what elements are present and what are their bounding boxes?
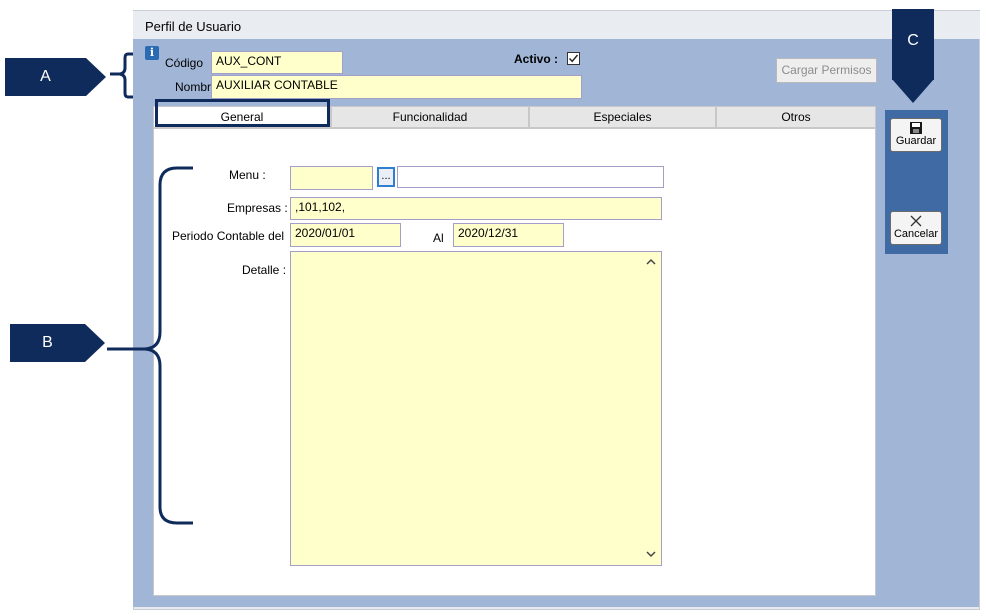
- scroll-up-icon[interactable]: [643, 254, 659, 270]
- codigo-label: Código: [165, 56, 204, 70]
- empresas-label: Empresas :: [227, 201, 288, 215]
- tab-general-highlight: [155, 99, 330, 127]
- callout-b-bracket: [107, 166, 193, 525]
- tab-funcionalidad[interactable]: Funcionalidad: [331, 106, 529, 128]
- menu-label: Menu :: [229, 168, 266, 182]
- title-bar: [133, 11, 980, 39]
- cancelar-button[interactable]: Cancelar: [890, 211, 942, 245]
- cancelar-label: Cancelar: [893, 228, 939, 240]
- callout-c: C: [892, 9, 934, 80]
- callout-a-arrow: [86, 58, 106, 96]
- periodo-hasta-field[interactable]: 2020/12/31: [453, 223, 564, 247]
- callout-a: A: [5, 58, 86, 96]
- nombre-field[interactable]: AUXILIAR CONTABLE: [211, 75, 582, 99]
- menu-code-field[interactable]: [290, 166, 373, 190]
- codigo-field[interactable]: AUX_CONT: [211, 51, 343, 74]
- detalle-label: Detalle :: [242, 263, 287, 277]
- guardar-button[interactable]: Guardar: [890, 118, 942, 152]
- empresas-field[interactable]: ,101,102,: [290, 197, 662, 220]
- info-icon[interactable]: i: [145, 46, 159, 60]
- tab-especiales[interactable]: Especiales: [529, 106, 716, 128]
- activo-label: Activo :: [514, 52, 559, 66]
- scroll-down-icon[interactable]: [643, 546, 659, 562]
- callout-c-arrow: [892, 79, 934, 103]
- window-title: Perfil de Usuario: [145, 19, 242, 34]
- al-label: Al: [433, 231, 444, 245]
- guardar-label: Guardar: [895, 135, 937, 147]
- detalle-textarea[interactable]: [290, 251, 662, 566]
- menu-browse-button[interactable]: ...: [377, 167, 395, 187]
- check-icon: [568, 54, 579, 63]
- menu-description-field[interactable]: [397, 166, 664, 188]
- close-icon: [910, 215, 922, 227]
- cargar-permisos-button[interactable]: Cargar Permisos: [776, 58, 877, 83]
- callout-b-arrow: [85, 324, 105, 362]
- save-icon: [910, 122, 922, 134]
- callout-a-bracket: [110, 52, 133, 99]
- activo-checkbox[interactable]: [567, 52, 580, 65]
- tab-otros[interactable]: Otros: [716, 106, 876, 128]
- periodo-desde-field[interactable]: 2020/01/01: [290, 223, 401, 247]
- callout-b: B: [10, 324, 85, 362]
